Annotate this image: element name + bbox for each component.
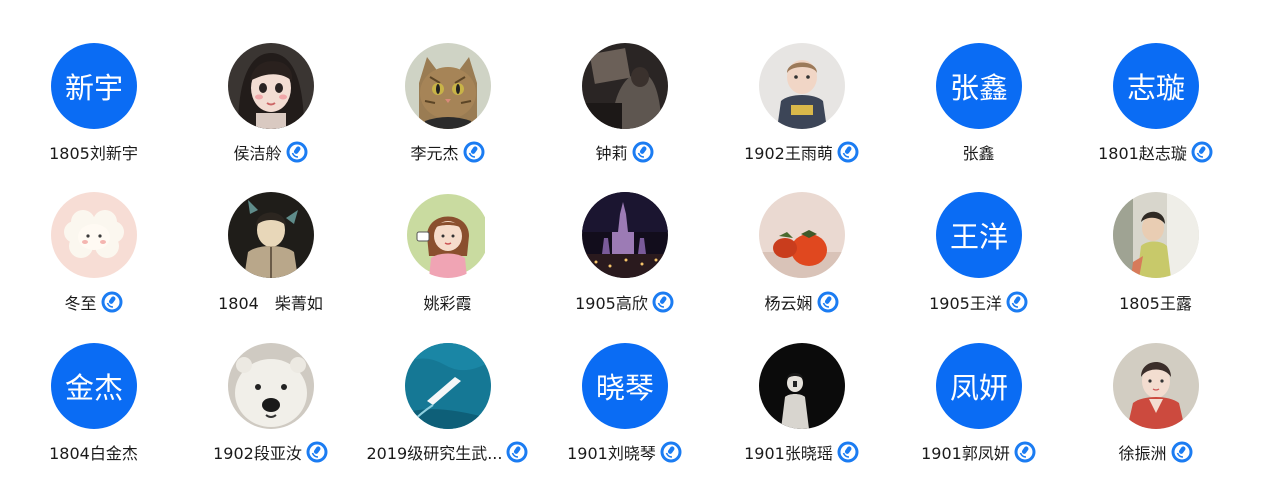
contact-item[interactable]: 侯洁舲 bbox=[182, 0, 359, 163]
verified-mic-badge-icon bbox=[1171, 441, 1192, 463]
contact-name-row: 2019级研究生武... bbox=[359, 440, 536, 464]
contact-name: 1901郭凤妍 bbox=[921, 444, 1010, 463]
cartoon-girl-avatar-image bbox=[228, 43, 314, 129]
avatar[interactable] bbox=[228, 192, 314, 278]
verified-mic-badge-icon bbox=[660, 441, 682, 463]
avatar[interactable] bbox=[405, 343, 491, 429]
contact-item[interactable]: 李元杰 bbox=[359, 0, 536, 163]
contact-name: 1901刘晓琴 bbox=[567, 444, 656, 463]
avatar[interactable] bbox=[405, 43, 491, 129]
contact-grid: 新宇 1805刘新宇 侯洁舲 李元杰 钟莉 1902王雨萌 张鑫 张鑫 志璇 1… bbox=[5, 0, 1265, 463]
contact-item[interactable]: 新宇 1805刘新宇 bbox=[5, 0, 182, 163]
window-girl-avatar-image bbox=[1113, 192, 1199, 278]
contact-name: 1804白金杰 bbox=[49, 444, 138, 463]
avatar[interactable] bbox=[405, 192, 491, 278]
cat-avatar-image bbox=[405, 43, 491, 129]
contact-item[interactable]: 1901张晓瑶 bbox=[713, 300, 890, 463]
contact-name: 1901张晓瑶 bbox=[744, 444, 833, 463]
verified-mic-badge-icon bbox=[837, 441, 859, 463]
contact-name-row: 1901刘晓琴 bbox=[536, 440, 713, 464]
child-avatar-image bbox=[759, 43, 845, 129]
contact-item[interactable]: 2019级研究生武... bbox=[359, 300, 536, 463]
avatar[interactable] bbox=[759, 43, 845, 129]
contact-name: 徐振洲 bbox=[1118, 444, 1167, 463]
sheep-avatar-image bbox=[51, 192, 137, 278]
contact-item[interactable]: 钟莉 bbox=[536, 0, 713, 163]
contact-name-row: 徐振洲 bbox=[1067, 440, 1244, 464]
contact-item[interactable]: 冬至 bbox=[5, 150, 182, 313]
contact-item[interactable]: 金杰 1804白金杰 bbox=[5, 300, 182, 463]
contact-item[interactable]: 1902王雨萌 bbox=[713, 0, 890, 163]
avatar[interactable]: 志璇 bbox=[1113, 43, 1199, 129]
avatar[interactable] bbox=[759, 343, 845, 429]
contact-item[interactable]: 凤妍 1901郭凤妍 bbox=[890, 300, 1067, 463]
contact-item[interactable]: 1805王露 bbox=[1067, 150, 1244, 313]
avatar[interactable]: 金杰 bbox=[51, 343, 137, 429]
avatar[interactable] bbox=[228, 43, 314, 129]
avatar[interactable]: 王洋 bbox=[936, 192, 1022, 278]
contact-name-row: 1902段亚汝 bbox=[182, 440, 359, 464]
avatar[interactable] bbox=[1113, 343, 1199, 429]
contact-item[interactable]: 1902段亚汝 bbox=[182, 300, 359, 463]
avatar[interactable] bbox=[1113, 192, 1199, 278]
avatar[interactable] bbox=[51, 192, 137, 278]
contact-item[interactable]: 1804 柴菁如 bbox=[182, 150, 359, 313]
contact-item[interactable]: 姚彩霞 bbox=[359, 150, 536, 313]
contact-item[interactable]: 杨云娴 bbox=[713, 150, 890, 313]
contact-item[interactable]: 1905高欣 bbox=[536, 150, 713, 313]
castle-night-avatar-image bbox=[582, 192, 668, 278]
contact-item[interactable]: 张鑫 张鑫 bbox=[890, 0, 1067, 163]
contact-name-row: 1804白金杰 bbox=[5, 440, 182, 464]
painting-boy-avatar-image bbox=[1113, 343, 1199, 429]
persimmon-avatar-image bbox=[759, 192, 845, 278]
avatar[interactable] bbox=[759, 192, 845, 278]
avatar[interactable]: 晓琴 bbox=[582, 343, 668, 429]
contact-name: 1902段亚汝 bbox=[213, 444, 302, 463]
contact-item[interactable]: 晓琴 1901刘晓琴 bbox=[536, 300, 713, 463]
contact-name: 2019级研究生武... bbox=[366, 444, 503, 463]
avatar[interactable]: 张鑫 bbox=[936, 43, 1022, 129]
contact-name-row: 1901郭凤妍 bbox=[890, 440, 1067, 464]
car-window-avatar-image bbox=[582, 43, 668, 129]
avatar[interactable]: 新宇 bbox=[51, 43, 137, 129]
avatar[interactable] bbox=[228, 343, 314, 429]
verified-mic-badge-icon bbox=[1014, 441, 1036, 463]
contact-item[interactable]: 徐振洲 bbox=[1067, 300, 1244, 463]
cartoon-girl-avatar-image bbox=[405, 192, 491, 278]
contact-item[interactable]: 志璇 1801赵志璇 bbox=[1067, 0, 1244, 163]
dark-person-avatar-image bbox=[759, 343, 845, 429]
avatar[interactable]: 凤妍 bbox=[936, 343, 1022, 429]
contact-item[interactable]: 王洋 1905王洋 bbox=[890, 150, 1067, 313]
polar-bear-avatar-image bbox=[228, 343, 314, 429]
verified-mic-badge-icon bbox=[506, 441, 528, 463]
butterfly-girl-avatar-image bbox=[228, 192, 314, 278]
avatar[interactable] bbox=[582, 43, 668, 129]
verified-mic-badge-icon bbox=[306, 441, 328, 463]
avatar[interactable] bbox=[582, 192, 668, 278]
boat-sea-avatar-image bbox=[405, 343, 491, 429]
contact-name-row: 1901张晓瑶 bbox=[713, 440, 890, 464]
